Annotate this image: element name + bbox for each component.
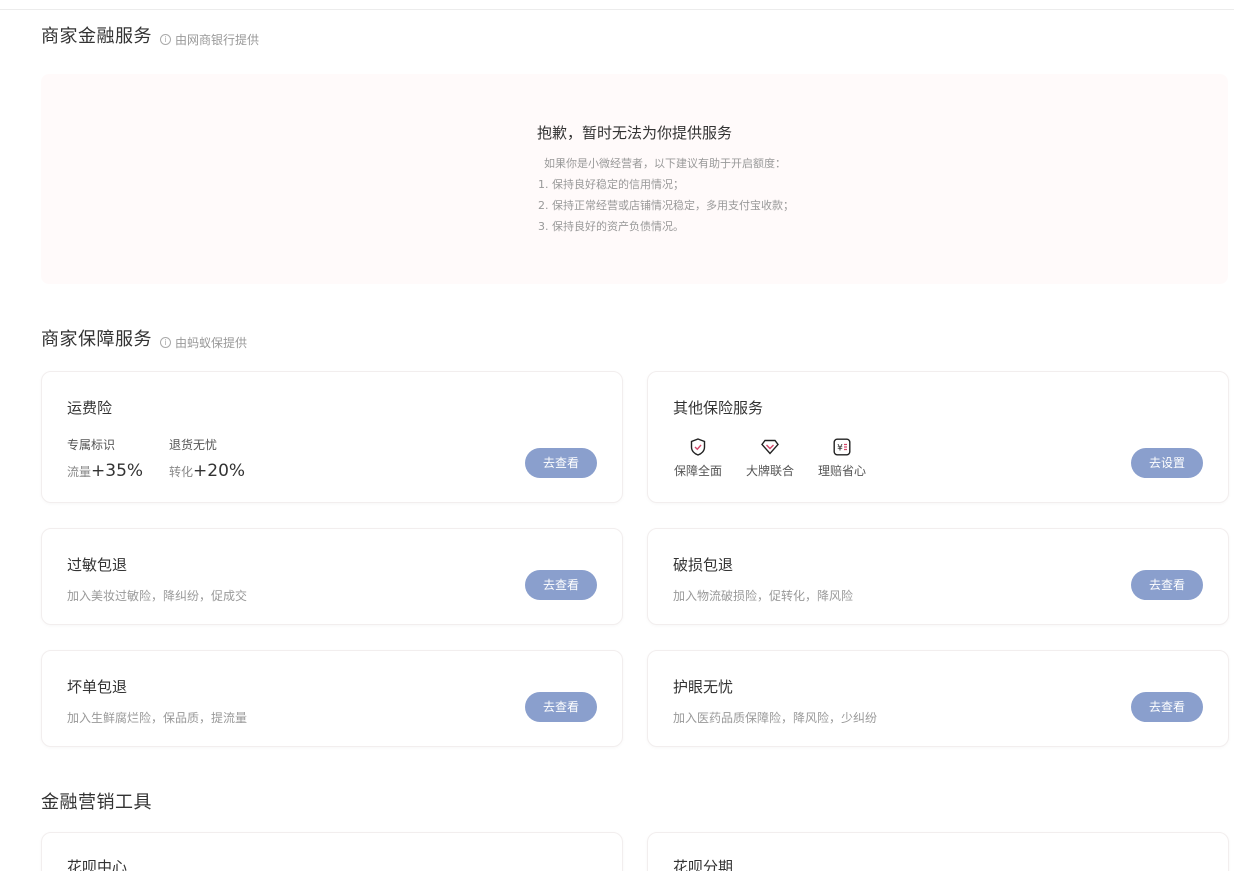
feature-brand-partner: 大牌联合 — [744, 437, 796, 479]
huabei-center-card[interactable]: 花呗中心 — [41, 832, 623, 871]
info-icon: i — [160, 34, 171, 45]
card-description: 加入生鲜腐烂险，保品质，提流量 — [67, 711, 248, 725]
top-divider — [0, 9, 1234, 10]
empty-title: 抱歉，暂时无法为你提供服务 — [536, 124, 732, 142]
shield-check-icon — [688, 437, 708, 457]
card-title: 花呗分期 — [673, 858, 734, 871]
feature-label: 理赔省心 — [817, 464, 866, 478]
other-insurance-card[interactable]: 其他保险服务 保障全面 大牌联合 ¥ 理赔省心 去设置 — [647, 371, 1229, 503]
protection-section-title: 商家保障服务 — [41, 329, 152, 350]
view-button[interactable]: 去查看 — [1131, 570, 1203, 600]
stat-unit: 流量 — [67, 465, 92, 479]
tip-item: 2. 保持正常经营或店铺情况稳定，多用支付宝收款； — [538, 199, 794, 212]
card-title: 过敏包退 — [67, 556, 128, 574]
svg-text:¥: ¥ — [837, 444, 843, 454]
card-title: 破损包退 — [673, 556, 734, 574]
tip-item: 1. 保持良好稳定的信用情况； — [538, 178, 684, 191]
finance-section-header: 商家金融服务 i 由网商银行提供 — [41, 22, 259, 48]
info-icon: i — [160, 337, 171, 348]
feature-full-coverage: 保障全面 — [672, 437, 724, 479]
stat-conversion: 退货无忧 转化+20% — [169, 436, 245, 481]
stat-key: 专属标识 — [67, 438, 116, 452]
card-title: 其他保险服务 — [673, 399, 764, 417]
protection-provider-text: 由蚂蚁保提供 — [175, 336, 248, 350]
protection-provider-note: i 由蚂蚁保提供 — [160, 334, 247, 351]
card-description: 加入美妆过敏险，降纠纷，促成交 — [67, 589, 248, 603]
finance-provider-note: i 由网商银行提供 — [160, 31, 259, 48]
huabei-installment-card[interactable]: 花呗分期 — [647, 832, 1229, 871]
tip-lead: 如果你是小微经营者，以下建议有助于开启额度： — [544, 157, 786, 170]
card-title: 花呗中心 — [67, 858, 128, 871]
stat-key: 退货无忧 — [169, 438, 218, 452]
allergy-refund-card[interactable]: 过敏包退 加入美妆过敏险，降纠纷，促成交 去查看 — [41, 528, 623, 625]
view-button[interactable]: 去查看 — [525, 570, 597, 600]
finance-provider-text: 由网商银行提供 — [175, 33, 260, 47]
marketing-section-header: 金融营销工具 — [41, 788, 152, 814]
finance-empty-panel: 抱歉，暂时无法为你提供服务 如果你是小微经营者，以下建议有助于开启额度： 1. … — [41, 74, 1228, 284]
stat-value: +20% — [193, 461, 246, 481]
card-description: 加入医药品质保障险，降风险，少纠纷 — [673, 711, 878, 725]
view-button[interactable]: 去查看 — [525, 448, 597, 478]
yuan-receipt-icon: ¥ — [832, 437, 852, 457]
settings-button[interactable]: 去设置 — [1131, 448, 1203, 478]
card-description: 加入物流破损险，促转化，降风险 — [673, 589, 854, 603]
spoiled-order-refund-card[interactable]: 坏单包退 加入生鲜腐烂险，保品质，提流量 去查看 — [41, 650, 623, 747]
diamond-icon — [760, 437, 780, 457]
eye-care-card[interactable]: 护眼无忧 加入医药品质保障险，降风险，少纠纷 去查看 — [647, 650, 1229, 747]
empty-tips: 如果你是小微经营者，以下建议有助于开启额度： 1. 保持良好稳定的信用情况； 2… — [538, 153, 794, 237]
view-button[interactable]: 去查看 — [1131, 692, 1203, 722]
stat-value: +35% — [91, 461, 144, 481]
feature-easy-claims: ¥ 理赔省心 — [816, 437, 868, 479]
feature-label: 保障全面 — [673, 464, 722, 478]
stat-traffic: 专属标识 流量+35% — [67, 436, 143, 481]
card-title: 运费险 — [67, 399, 113, 417]
marketing-section-title: 金融营销工具 — [41, 792, 152, 813]
protection-section-header: 商家保障服务 i 由蚂蚁保提供 — [41, 325, 247, 351]
stat-unit: 转化 — [169, 465, 194, 479]
finance-section-title: 商家金融服务 — [41, 26, 152, 47]
view-button[interactable]: 去查看 — [525, 692, 597, 722]
feature-label: 大牌联合 — [745, 464, 794, 478]
card-title: 护眼无忧 — [673, 678, 734, 696]
tip-item: 3. 保持良好的资产负债情况。 — [538, 220, 684, 233]
damage-refund-card[interactable]: 破损包退 加入物流破损险，促转化，降风险 去查看 — [647, 528, 1229, 625]
card-title: 坏单包退 — [67, 678, 128, 696]
freight-insurance-card[interactable]: 运费险 专属标识 流量+35% 退货无忧 转化+20% 去查看 — [41, 371, 623, 503]
